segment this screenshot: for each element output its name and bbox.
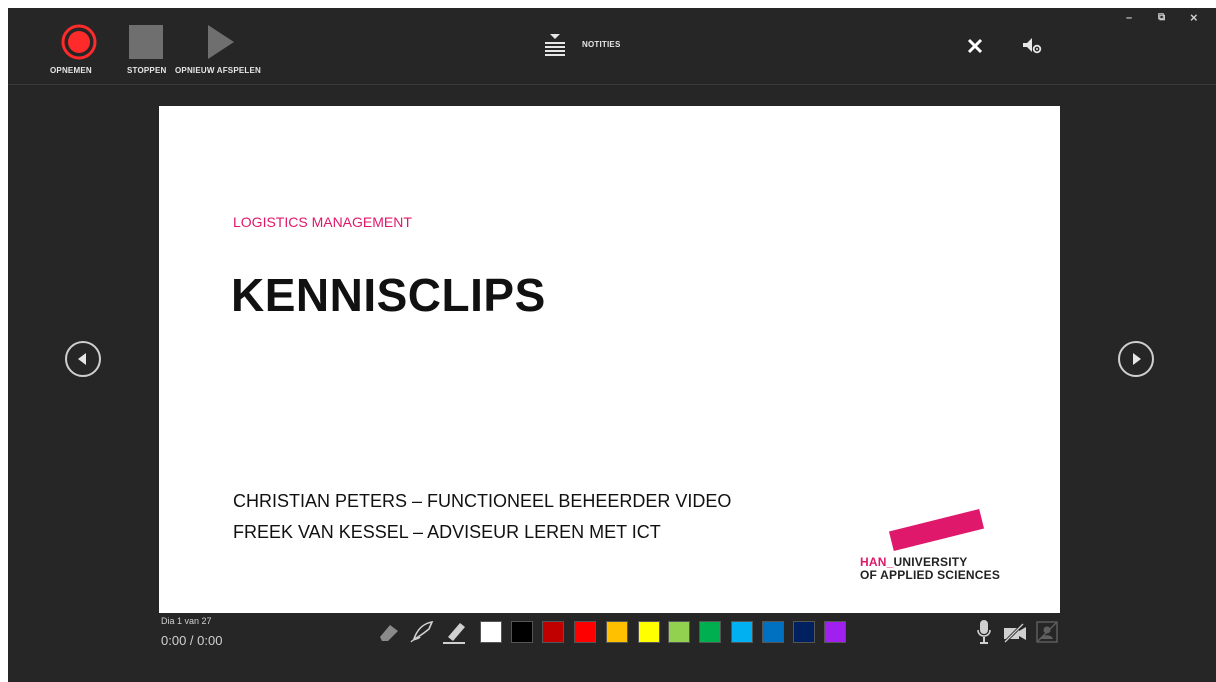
play-icon (208, 25, 234, 59)
record-icon (61, 24, 97, 60)
stop-label: STOPPEN (127, 66, 167, 75)
slide-info: Dia 1 van 27 0:00 / 0:00 (161, 616, 222, 648)
color-swatch[interactable] (638, 621, 660, 643)
color-swatch[interactable] (762, 621, 784, 643)
presenter-line-1: CHRISTIAN PETERS – FUNCTIONEEL BEHEERDER… (233, 491, 732, 511)
slide-canvas[interactable]: LOGISTICS MANAGEMENT KENNISCLIPS CHRISTI… (159, 106, 1060, 613)
logo-applied-sciences-text: OF APPLIED SCIENCES (860, 568, 1001, 582)
stop-icon (129, 25, 163, 59)
minimize-button[interactable]: – (1126, 12, 1132, 24)
stop-button[interactable]: STOPPEN (122, 8, 172, 84)
han-logo: HAN_UNIVERSITY OF APPLIED SCIENCES (860, 556, 1000, 582)
color-swatch[interactable] (480, 621, 502, 643)
pen-icon[interactable] (408, 619, 436, 645)
color-swatch[interactable] (699, 621, 721, 643)
recording-toolbar: OPNEMEN STOPPEN OPNIEUW AFSPELEN NOTITIE… (8, 8, 1216, 85)
record-button[interactable]: OPNEMEN (46, 8, 112, 84)
window-close-button[interactable]: × (1190, 10, 1198, 25)
color-swatch[interactable] (574, 621, 596, 643)
restore-button[interactable]: ⧉ (1158, 12, 1165, 23)
color-swatch[interactable] (824, 621, 846, 643)
recording-time: 0:00 / 0:00 (161, 633, 223, 648)
logo-university-text: UNIVERSITY (893, 555, 968, 569)
color-swatch[interactable] (668, 621, 690, 643)
notes-label: NOTITIES (582, 40, 621, 49)
slide-subtitle: LOGISTICS MANAGEMENT (233, 214, 412, 230)
color-swatch[interactable] (793, 621, 815, 643)
next-slide-button[interactable] (1118, 341, 1154, 377)
previous-icon (78, 353, 86, 365)
presenter-line-2: FREEK VAN KESSEL – ADVISEUR LEREN MET IC… (233, 522, 661, 542)
notes-button[interactable]: NOTITIES (544, 32, 634, 60)
microphone-icon[interactable] (976, 619, 992, 645)
replay-button[interactable]: OPNIEUW AFSPELEN (174, 8, 282, 84)
record-label: OPNEMEN (50, 66, 92, 75)
slide-title: KENNISCLIPS (231, 269, 546, 321)
camera-off-icon[interactable] (1002, 622, 1028, 644)
color-swatch[interactable] (542, 621, 564, 643)
notes-icon (545, 34, 565, 56)
slide-counter: Dia 1 van 27 (161, 616, 212, 626)
previous-slide-button[interactable] (65, 341, 101, 377)
color-swatch[interactable] (606, 621, 628, 643)
eraser-icon[interactable] (376, 619, 402, 643)
next-icon (1133, 353, 1141, 365)
replay-label: OPNIEUW AFSPELEN (175, 66, 262, 75)
han-logo-bar (888, 509, 985, 551)
close-icon[interactable] (967, 38, 983, 54)
recording-window: OPNEMEN STOPPEN OPNIEUW AFSPELEN NOTITIE… (8, 8, 1216, 682)
logo-han-text: HAN_ (860, 555, 894, 569)
color-swatch[interactable] (511, 621, 533, 643)
camera-preview-off-icon[interactable] (1035, 620, 1059, 644)
highlighter-icon[interactable] (440, 619, 468, 645)
color-swatch[interactable] (731, 621, 753, 643)
settings-icon[interactable] (1022, 37, 1042, 55)
